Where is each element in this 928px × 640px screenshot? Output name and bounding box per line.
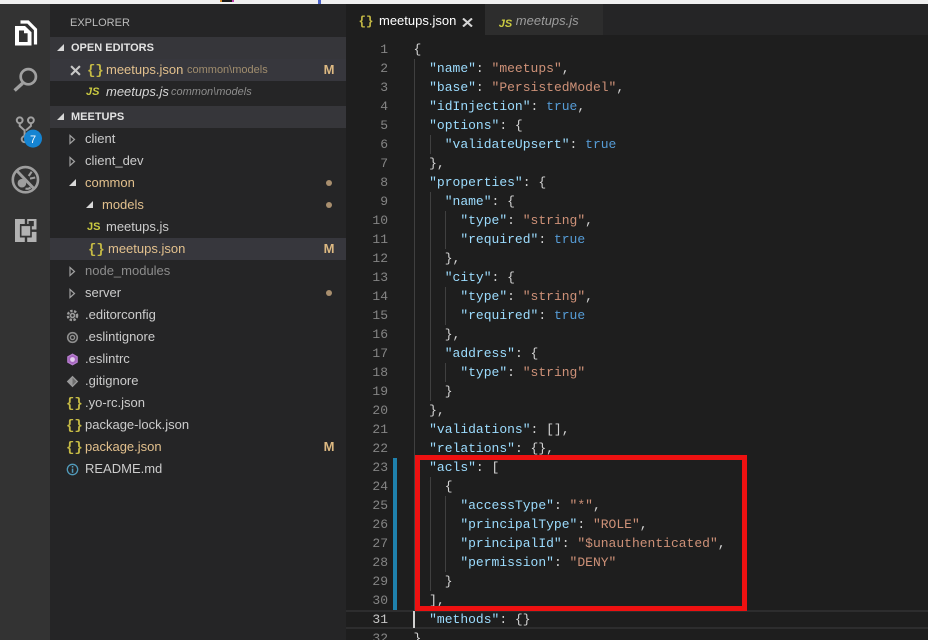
svg-text:7: 7 xyxy=(30,134,36,146)
